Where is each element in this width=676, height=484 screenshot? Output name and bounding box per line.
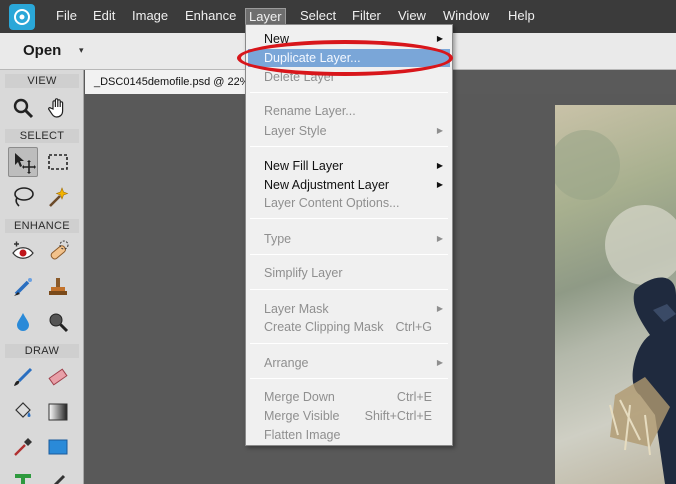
shortcut-label: Ctrl+E: [396, 390, 432, 404]
menu-enhance[interactable]: Enhance: [185, 8, 236, 26]
sponge-tool-icon[interactable]: [43, 307, 73, 337]
shortcut-label: Shift+Ctrl+E: [364, 409, 432, 423]
lasso-tool-icon[interactable]: [8, 182, 38, 212]
paint-bucket-icon[interactable]: [8, 397, 38, 427]
tools-panel: VIEW SELECT ENHANCE DRAW: [0, 70, 84, 484]
submenu-arrow-icon: ▶: [436, 304, 443, 313]
section-select-label: SELECT: [5, 129, 79, 143]
section-view-label: VIEW: [5, 74, 79, 88]
submenu-arrow-icon: ▶: [436, 180, 443, 189]
spot-healing-brush-icon[interactable]: [43, 237, 73, 267]
menu-item-layer-mask[interactable]: Layer Mask ▶: [246, 300, 452, 318]
submenu-arrow-icon: ▶: [436, 34, 443, 43]
section-draw-label: DRAW: [5, 344, 79, 358]
menu-item-type[interactable]: Type ▶: [246, 230, 452, 248]
menu-help[interactable]: Help: [508, 8, 535, 26]
shape-tool-icon[interactable]: [43, 432, 73, 462]
marquee-tool-icon[interactable]: [43, 147, 73, 177]
menu-item-new-fill-layer[interactable]: New Fill Layer ▶: [246, 157, 452, 175]
shortcut-label: Ctrl+G: [395, 320, 432, 334]
menu-separator: [250, 92, 448, 93]
submenu-arrow-icon: ▶: [436, 161, 443, 170]
menu-item-new-adjustment-layer[interactable]: New Adjustment Layer ▶: [246, 176, 452, 194]
document-tab[interactable]: _DSC0145demofile.psd @ 22%: [85, 70, 250, 94]
menu-item-create-clipping-mask[interactable]: Create Clipping Mask Ctrl+G: [246, 318, 452, 336]
menu-file[interactable]: File: [56, 8, 77, 26]
menu-separator: [250, 146, 448, 147]
move-tool-icon[interactable]: [8, 147, 38, 177]
submenu-arrow-icon: ▶: [436, 358, 443, 367]
menu-item-arrange[interactable]: Arrange ▶: [246, 354, 452, 372]
menu-separator: [250, 254, 448, 255]
magic-wand-icon[interactable]: [43, 182, 73, 212]
gradient-tool-icon[interactable]: [43, 397, 73, 427]
menu-edit[interactable]: Edit: [93, 8, 115, 26]
smart-brush-icon[interactable]: [8, 272, 38, 302]
app-logo-icon[interactable]: [9, 4, 35, 30]
menu-item-layer-style[interactable]: Layer Style ▶: [246, 122, 452, 140]
menu-item-simplify-layer[interactable]: Simplify Layer: [246, 264, 452, 282]
submenu-arrow-icon: ▶: [436, 234, 443, 243]
menu-separator: [250, 289, 448, 290]
document-photo[interactable]: [555, 105, 676, 484]
type-tool-icon[interactable]: [8, 467, 38, 484]
hand-tool-icon[interactable]: [43, 93, 73, 123]
eraser-tool-icon[interactable]: [43, 362, 73, 392]
menu-item-rename-layer[interactable]: Rename Layer...: [246, 102, 452, 120]
menu-item-flatten-image[interactable]: Flatten Image: [246, 426, 452, 444]
menu-item-merge-down[interactable]: Merge Down Ctrl+E: [246, 388, 452, 406]
eyedropper-icon[interactable]: [8, 432, 38, 462]
menu-item-layer-content-options[interactable]: Layer Content Options...: [246, 194, 452, 212]
red-highlight-ellipse: [237, 40, 453, 76]
clone-stamp-icon[interactable]: [43, 272, 73, 302]
brush-tool-icon[interactable]: [8, 362, 38, 392]
open-button[interactable]: Open: [23, 42, 61, 59]
section-enhance-label: ENHANCE: [5, 219, 79, 233]
blur-tool-icon[interactable]: [8, 307, 38, 337]
menu-separator: [250, 218, 448, 219]
red-eye-tool-icon[interactable]: [8, 237, 38, 267]
zoom-tool-icon[interactable]: [8, 93, 38, 123]
layer-menu-dropdown: New ▶ Duplicate Layer... Delete Layer Re…: [245, 24, 453, 446]
menu-separator: [250, 343, 448, 344]
open-dropdown-arrow-icon[interactable]: ▾: [79, 45, 84, 56]
submenu-arrow-icon: ▶: [436, 126, 443, 135]
document-tab-label: _DSC0145demofile.psd @ 22%: [94, 76, 250, 88]
menu-separator: [250, 378, 448, 379]
menu-item-merge-visible[interactable]: Merge Visible Shift+Ctrl+E: [246, 407, 452, 425]
menu-image[interactable]: Image: [132, 8, 168, 26]
pencil-tool-icon[interactable]: [43, 467, 73, 484]
